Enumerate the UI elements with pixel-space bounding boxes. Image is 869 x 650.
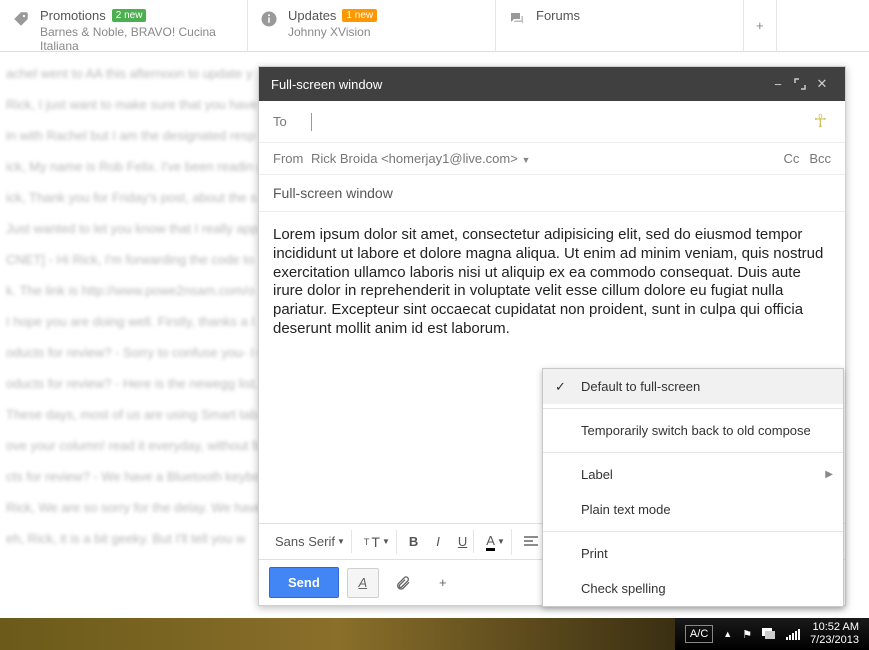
clock[interactable]: 10:52 AM 7/23/2013 <box>810 621 859 647</box>
italic-button[interactable]: I <box>430 530 446 553</box>
mail-row-blur: ick, My name is Rob Felix. I've been rea… <box>0 151 260 182</box>
send-button[interactable]: Send <box>269 567 339 598</box>
forums-icon <box>508 10 526 28</box>
signal-icon[interactable] <box>786 628 800 640</box>
menu-label: Default to full-screen <box>581 379 700 394</box>
mail-row-blur: CNET] - Hi Rick, I'm forwarding the code… <box>0 244 260 275</box>
menu-print[interactable]: Print <box>543 536 843 571</box>
flag-icon[interactable]: ⚑ <box>742 628 752 641</box>
system-tray[interactable]: A/C ▲ ⚑ 10:52 AM 7/23/2013 <box>675 621 869 647</box>
checkmark-icon: ✓ <box>555 379 566 395</box>
align-button[interactable] <box>518 532 544 552</box>
bcc-button[interactable]: Bcc <box>809 151 831 166</box>
compose-header[interactable]: Full-screen window − ✕ <box>259 67 845 101</box>
attach-icon[interactable] <box>387 568 419 598</box>
power-ac-icon[interactable]: A/C <box>685 625 713 643</box>
menu-check-spelling[interactable]: Check spelling <box>543 571 843 606</box>
mail-row-blur: Just wanted to let you know that I reall… <box>0 213 260 244</box>
compose-body-text: Lorem ipsum dolor sit amet, consectetur … <box>273 226 823 337</box>
fullscreen-icon[interactable] <box>789 73 811 95</box>
chevron-down-icon[interactable]: ▼ <box>521 155 530 165</box>
tab-forums[interactable]: Forums <box>496 0 744 51</box>
mail-row-blur: ick, Thank you for Friday's post, about … <box>0 182 260 213</box>
menu-switch-back[interactable]: Temporarily switch back to old compose <box>543 413 843 448</box>
tab-updates-label: Updates <box>288 8 336 23</box>
network-icon[interactable] <box>762 628 776 640</box>
from-row[interactable]: From Rick Broida <homerjay1@live.com> ▼ … <box>259 143 845 175</box>
tab-add[interactable]: + <box>744 0 777 51</box>
tab-promotions[interactable]: Promotions 2 new Barnes & Noble, BRAVO! … <box>0 0 248 51</box>
menu-separator <box>543 452 843 453</box>
text-color-button[interactable]: A ▼ <box>480 529 512 555</box>
mail-row-blur: Rick, I just want to make sure that you … <box>0 89 260 120</box>
menu-separator <box>543 531 843 532</box>
chevron-right-icon: ▶ <box>825 469 833 480</box>
cc-button[interactable]: Cc <box>783 151 799 166</box>
subject-row[interactable] <box>259 175 845 212</box>
tab-promotions-sub: Barnes & Noble, BRAVO! Cucina Italiana <box>40 25 235 53</box>
tab-promotions-badge: 2 new <box>112 9 147 22</box>
mail-list-blur: achel went to AA this afternoon to updat… <box>0 52 260 612</box>
minimize-icon[interactable]: − <box>767 73 789 95</box>
mail-row-blur: oducts for review? - Sorry to confuse yo… <box>0 337 260 368</box>
menu-label: Label <box>581 467 613 482</box>
menu-label: Plain text mode <box>581 502 671 517</box>
mail-row-blur: oducts for review? - Here is the newegg … <box>0 368 260 399</box>
windows-taskbar[interactable]: A/C ▲ ⚑ 10:52 AM 7/23/2013 <box>0 618 869 650</box>
compose-options-menu: ✓ Default to full-screen Temporarily swi… <box>542 368 844 607</box>
mail-row-blur: eh, Rick, it is a bit geeky. But I'll te… <box>0 523 260 554</box>
clock-time: 10:52 AM <box>813 621 859 634</box>
from-value: Rick Broida <homerjay1@live.com> ▼ <box>311 151 783 166</box>
subject-input[interactable] <box>273 185 831 201</box>
menu-label: Check spelling <box>581 581 666 596</box>
clock-date: 7/23/2013 <box>810 634 859 647</box>
menu-separator <box>543 408 843 409</box>
tag-icon <box>12 10 30 28</box>
contacts-icon[interactable]: ☥ <box>810 111 831 132</box>
menu-label-submenu[interactable]: Label ▶ <box>543 457 843 492</box>
tab-forums-label: Forums <box>536 8 580 23</box>
bold-button[interactable]: B <box>403 530 424 553</box>
formatting-toggle[interactable]: A <box>347 568 379 598</box>
underline-button[interactable]: U <box>452 530 474 553</box>
menu-plain-text[interactable]: Plain text mode <box>543 492 843 527</box>
mail-row-blur: achel went to AA this afternoon to updat… <box>0 58 260 89</box>
font-family-select[interactable]: Sans Serif ▼ <box>269 530 352 553</box>
tab-updates-sub: Johnny XVision <box>288 25 377 39</box>
taskbar-left <box>0 618 675 650</box>
menu-default-fullscreen[interactable]: ✓ Default to full-screen <box>543 369 843 404</box>
to-input[interactable] <box>312 114 810 130</box>
to-row[interactable]: To ☥ <box>259 101 845 143</box>
font-size-select[interactable]: TT ▼ <box>358 530 397 554</box>
from-label: From <box>273 151 311 166</box>
mail-row-blur: k. The link is http://www.powe2nsam.com/… <box>0 275 260 306</box>
tab-updates-badge: 1 new <box>342 9 377 22</box>
category-tabs: Promotions 2 new Barnes & Noble, BRAVO! … <box>0 0 869 52</box>
insert-more-icon[interactable]: + <box>427 568 459 598</box>
to-label: To <box>273 114 311 129</box>
menu-label: Print <box>581 546 608 561</box>
tab-updates[interactable]: Updates 1 new Johnny XVision <box>248 0 496 51</box>
mail-row-blur: These days, most of us are using Smart t… <box>0 399 260 430</box>
mail-row-blur: in with Rachel but I am the designated r… <box>0 120 260 151</box>
mail-row-blur: I hope you are doing well. Firstly, than… <box>0 306 260 337</box>
tray-caret-icon[interactable]: ▲ <box>723 629 732 639</box>
tab-promotions-label: Promotions <box>40 8 106 23</box>
mail-row-blur: ove your column! read it everyday, witho… <box>0 430 260 461</box>
menu-label: Temporarily switch back to old compose <box>581 423 811 438</box>
compose-title: Full-screen window <box>271 77 767 92</box>
plus-icon: + <box>756 18 764 33</box>
mail-row-blur: Rick, We are so sorry for the delay. We … <box>0 492 260 523</box>
close-icon[interactable]: ✕ <box>811 73 833 95</box>
mail-row-blur: cts for review? - We have a Bluetooth ke… <box>0 461 260 492</box>
info-icon <box>260 10 278 28</box>
